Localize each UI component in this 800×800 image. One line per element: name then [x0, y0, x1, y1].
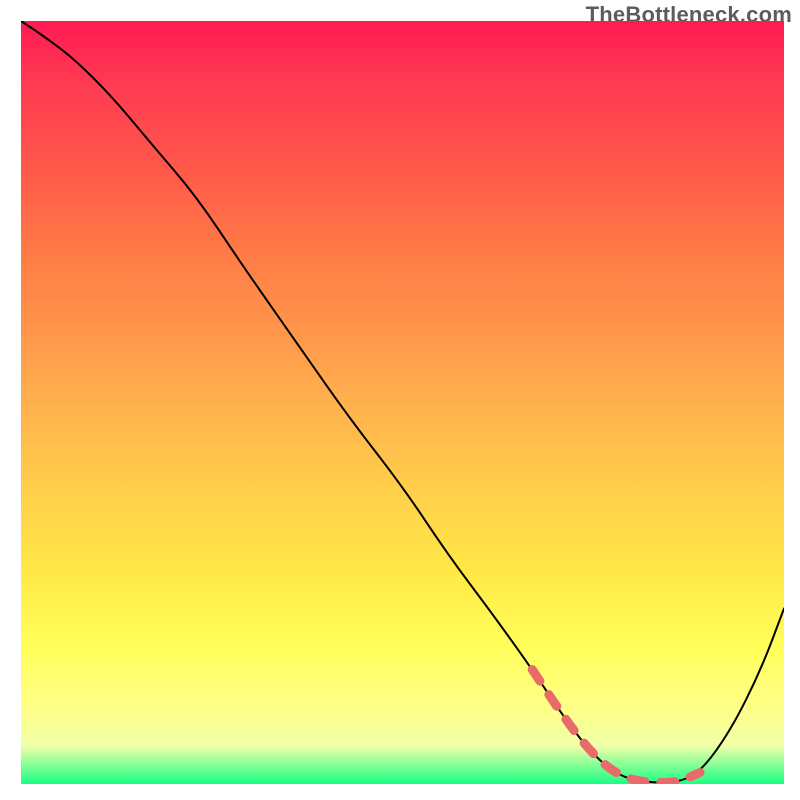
- plot-svg: [21, 21, 784, 784]
- chart-stage: TheBottleneck.com: [0, 0, 800, 800]
- plot-area: [21, 21, 784, 784]
- highlight-segment: [532, 670, 700, 783]
- main-curve: [21, 21, 784, 782]
